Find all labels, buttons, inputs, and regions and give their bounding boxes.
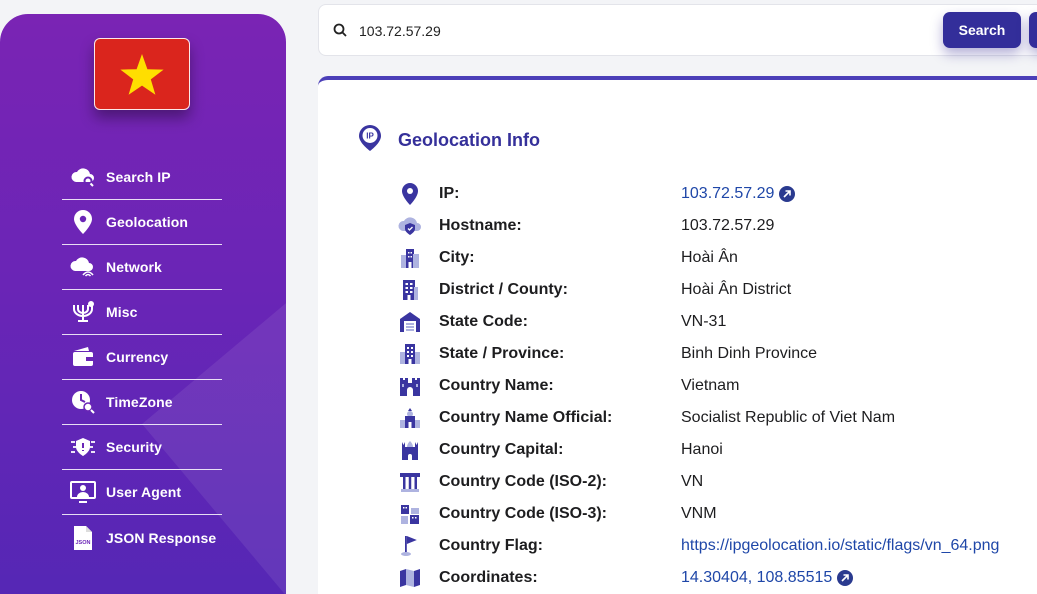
info-value: Vietnam — [681, 377, 740, 394]
sidebar-item-label: Search IP — [106, 169, 171, 185]
info-row-hostname: Hostname: 103.72.57.29 — [398, 210, 774, 242]
sidebar-item-label: Geolocation — [106, 214, 188, 230]
ip-link[interactable]: 103.72.57.29 — [681, 185, 796, 203]
sidebar-item-label: JSON Response — [106, 529, 217, 546]
ip-pin-icon: IP — [358, 124, 382, 157]
secondary-button[interactable] — [1029, 12, 1037, 48]
info-value: VN — [681, 473, 704, 490]
cloud-network-icon — [70, 254, 96, 280]
search-input[interactable] — [359, 19, 919, 43]
info-label: Country Name: — [439, 377, 554, 394]
sidebar-item-misc[interactable]: Misc — [62, 290, 222, 335]
search-button[interactable]: Search — [943, 12, 1021, 48]
json-file-icon: JSON — [70, 525, 96, 551]
info-row-country-name: Country Name: Vietnam — [398, 370, 739, 402]
menorah-icon — [70, 299, 96, 325]
country-flag-link[interactable]: https://ipgeolocation.io/static/flags/vn… — [681, 537, 999, 555]
sidebar-item-json-response[interactable]: JSON JSON Response — [62, 515, 222, 560]
info-row-country-code-iso2: Country Code (ISO-2): VN — [398, 466, 703, 498]
sidebar: Search IP Geolocation Network Misc Curre… — [0, 14, 286, 594]
sidebar-item-label: Misc — [106, 304, 138, 320]
info-row-country-code-iso3: Country Code (ISO-3): VNM — [398, 498, 717, 530]
sidebar-item-label: Security — [106, 439, 163, 455]
city-block-icon — [398, 502, 422, 526]
info-label: State Code: — [439, 313, 528, 330]
sidebar-nav: Search IP Geolocation Network Misc Curre… — [62, 155, 222, 560]
sidebar-item-label: Currency — [106, 349, 169, 365]
svg-text:JSON: JSON — [76, 540, 91, 546]
info-label: Country Capital: — [439, 441, 564, 458]
sidebar-item-search-ip[interactable]: Search IP — [62, 155, 222, 200]
sidebar-item-label: Network — [106, 259, 162, 275]
sidebar-item-label: User Agent — [106, 484, 182, 500]
castle-icon — [398, 374, 422, 398]
info-row-ip: IP: 103.72.57.29 — [398, 178, 796, 210]
sidebar-item-security[interactable]: Security — [62, 425, 222, 470]
info-row-coordinates: Coordinates: 14.30404, 108.85515 — [398, 562, 854, 594]
warehouse-icon — [398, 310, 422, 334]
virus-shield-icon — [70, 434, 96, 460]
info-value: Hoài Ân — [681, 249, 738, 266]
sidebar-item-user-agent[interactable]: User Agent — [62, 470, 222, 515]
info-label: Country Flag: — [439, 537, 543, 554]
coordinates-link[interactable]: 14.30404, 108.85515 — [681, 569, 854, 587]
sidebar-item-timezone[interactable]: TimeZone — [62, 380, 222, 425]
geolocation-list: IP: 103.72.57.29 Hostname: 103.72.57.29 … — [398, 178, 999, 594]
map-pin-icon — [70, 209, 96, 235]
geolocation-card: IP Geolocation Info IP: 103.72.57.29 Hos… — [318, 76, 1037, 594]
info-label: Country Code (ISO-2): — [439, 473, 607, 490]
info-row-country-flag: Country Flag: https://ipgeolocation.io/s… — [398, 530, 999, 562]
external-link-icon[interactable] — [779, 186, 796, 202]
info-value: VN-31 — [681, 313, 727, 330]
column-pillar-icon — [398, 470, 422, 494]
info-row-country-capital: Country Capital: Hanoi — [398, 434, 723, 466]
info-value[interactable]: 103.72.57.29 — [681, 185, 774, 203]
wallet-icon — [70, 344, 96, 370]
card-header: IP Geolocation Info — [358, 124, 540, 157]
search-bar: Search — [318, 4, 1037, 56]
clock-search-icon — [70, 389, 96, 415]
info-label: Coordinates: — [439, 569, 538, 586]
country-flag-vietnam — [94, 38, 190, 110]
info-row-city: City: Hoài Ân — [398, 242, 738, 274]
sidebar-item-currency[interactable]: Currency — [62, 335, 222, 380]
info-value: Binh Dinh Province — [681, 345, 818, 362]
info-row-state-code: State Code: VN-31 — [398, 306, 726, 338]
office-building-icon — [398, 278, 422, 302]
external-link-icon[interactable] — [837, 570, 854, 586]
map-pin-icon — [398, 182, 422, 206]
cloud-shield-icon — [398, 214, 422, 238]
info-label: State / Province: — [439, 345, 565, 362]
info-label: Hostname: — [439, 217, 522, 234]
info-value: VNM — [681, 505, 717, 522]
info-label: Country Name Official: — [439, 409, 613, 426]
info-label: District / County: — [439, 281, 568, 298]
tower-building-icon — [398, 342, 422, 366]
info-value: Hanoi — [681, 441, 723, 458]
info-value: Hoài Ân District — [681, 281, 792, 298]
search-icon — [333, 23, 347, 42]
info-value[interactable]: 14.30404, 108.85515 — [681, 569, 832, 587]
monitor-user-icon — [70, 479, 96, 505]
sidebar-item-label: TimeZone — [106, 394, 173, 410]
kremlin-icon — [398, 438, 422, 462]
info-row-district: District / County: Hoài Ân District — [398, 274, 791, 306]
cloud-search-icon — [70, 164, 96, 190]
card-title: Geolocation Info — [398, 130, 540, 150]
sidebar-item-geolocation[interactable]: Geolocation — [62, 200, 222, 245]
city-building-icon — [398, 246, 422, 270]
info-value: Socialist Republic of Viet Nam — [681, 409, 896, 426]
info-row-state-province: State / Province: Binh Dinh Province — [398, 338, 817, 370]
sidebar-item-network[interactable]: Network — [62, 245, 222, 290]
star-icon — [120, 54, 164, 95]
palace-icon — [398, 406, 422, 430]
info-label: Country Code (ISO-3): — [439, 505, 607, 522]
info-row-country-name-official: Country Name Official: Socialist Republi… — [398, 402, 895, 434]
info-value: 103.72.57.29 — [681, 217, 775, 234]
flag-icon — [398, 534, 422, 558]
svg-text:IP: IP — [366, 132, 374, 141]
info-label: City: — [439, 249, 475, 266]
folded-map-icon — [398, 566, 422, 590]
info-label: IP: — [439, 185, 460, 202]
